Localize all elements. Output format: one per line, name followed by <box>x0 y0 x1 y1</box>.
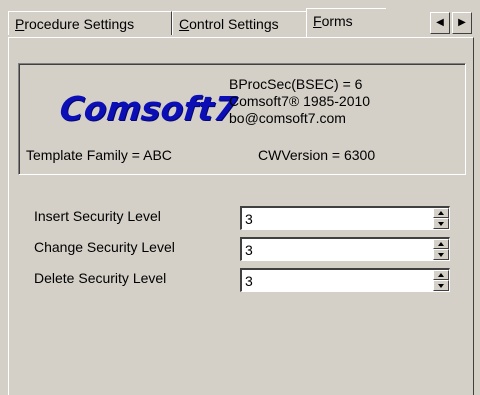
scroll-left-button[interactable]: ◀ <box>430 12 450 34</box>
spin-down-icon[interactable] <box>433 218 449 229</box>
change-security-value[interactable]: 3 <box>245 241 253 259</box>
cw-version-text: CWVersion = 6300 <box>258 147 376 163</box>
delete-security-value[interactable]: 3 <box>245 272 253 290</box>
tab-strip: Procedure Settings Control Settings Form… <box>8 8 474 38</box>
spin-up-icon[interactable] <box>433 208 449 218</box>
info-panel: Comsoft7 BProcSec(BSEC) = 6 Comsoft7® 19… <box>18 63 466 175</box>
change-security-label: Change Security Level <box>34 239 175 255</box>
proc-sec-text: BProcSec(BSEC) = 6 <box>229 76 363 92</box>
template-family-text: Template Family = ABC <box>26 147 172 163</box>
tab-scroll-buttons: ◀ ▶ <box>430 12 474 34</box>
tab-label: orms <box>321 13 353 29</box>
tab-control-settings[interactable]: Control Settings <box>172 11 308 35</box>
tab-access-key: C <box>179 16 190 32</box>
spinner-buttons <box>433 208 449 229</box>
change-security-spinner[interactable]: 3 <box>240 237 450 261</box>
delete-security-spinner[interactable]: 3 <box>240 268 450 292</box>
email-text: bo@comsoft7.com <box>229 110 346 126</box>
tab-label: ontrol Settings <box>189 16 279 32</box>
settings-window: Procedure Settings Control Settings Form… <box>0 0 480 395</box>
tab-procedure-settings[interactable]: Procedure Settings <box>8 11 172 35</box>
spinner-buttons <box>433 239 449 260</box>
info-panel-inner: Comsoft7 BProcSec(BSEC) = 6 Comsoft7® 19… <box>19 64 465 174</box>
tab-access-key: P <box>15 16 25 32</box>
comsoft7-logo: Comsoft7 <box>57 89 239 128</box>
tab-label: rocedure Settings <box>24 16 135 32</box>
spinner-buttons <box>433 270 449 291</box>
insert-security-spinner[interactable]: 3 <box>240 206 450 230</box>
copyright-text: Comsoft7® 1985-2010 <box>229 93 371 109</box>
insert-security-label: Insert Security Level <box>34 208 161 224</box>
insert-security-value[interactable]: 3 <box>245 210 253 228</box>
spin-up-icon[interactable] <box>433 270 449 280</box>
forms-tab-page: Comsoft7 BProcSec(BSEC) = 6 Comsoft7® 19… <box>8 37 474 395</box>
delete-security-label: Delete Security Level <box>34 270 167 286</box>
scroll-right-button[interactable]: ▶ <box>452 12 472 34</box>
spin-up-icon[interactable] <box>433 239 449 249</box>
spin-down-icon[interactable] <box>433 280 449 291</box>
spin-down-icon[interactable] <box>433 249 449 260</box>
tab-access-key: F <box>313 13 322 29</box>
tab-forms[interactable]: Forms <box>306 8 386 37</box>
